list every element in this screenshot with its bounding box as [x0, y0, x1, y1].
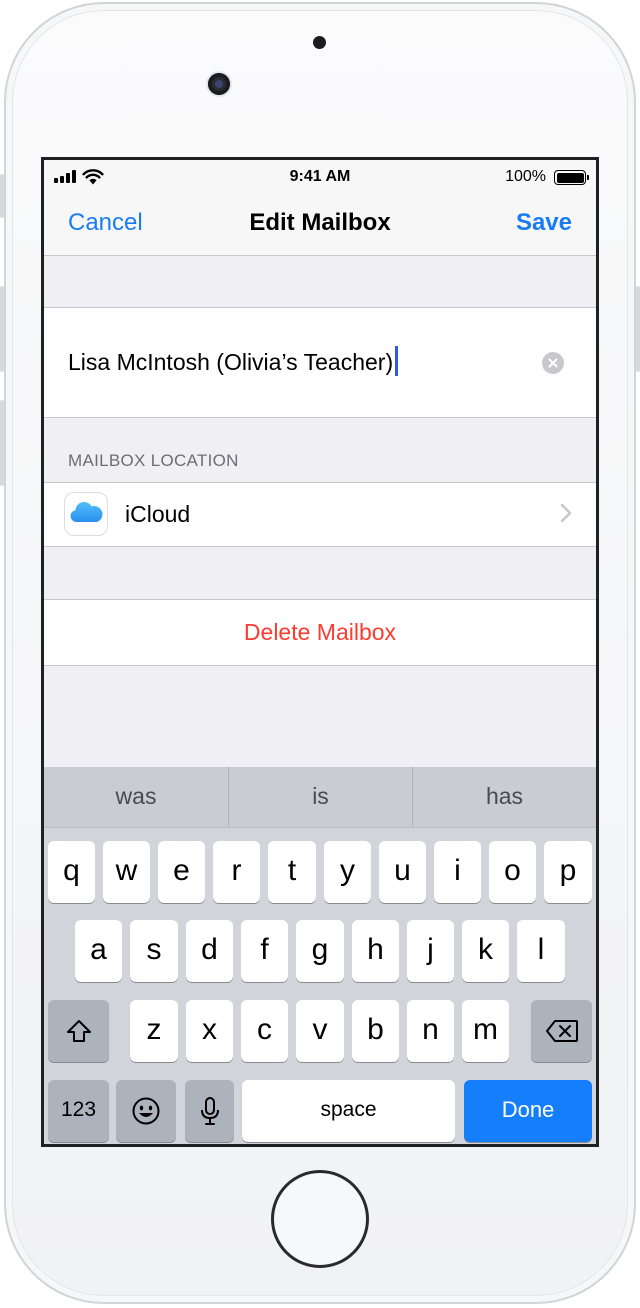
delete-mailbox-label: Delete Mailbox — [243, 619, 397, 645]
front-camera-icon — [208, 73, 230, 95]
key-l[interactable]: l — [517, 920, 565, 982]
key-r[interactable]: r — [213, 841, 260, 903]
keyboard: was is has q w e r t y u i o p a s d f g… — [44, 767, 596, 1144]
key-b[interactable]: b — [352, 1000, 399, 1062]
shift-key[interactable] — [48, 1000, 109, 1062]
proximity-sensor — [313, 36, 326, 49]
microphone-key[interactable] — [185, 1080, 234, 1142]
mailbox-name-field[interactable]: Lisa McIntosh (Olivia’s Teacher) — [44, 307, 596, 418]
prediction-item[interactable]: was — [44, 767, 228, 827]
delete-mailbox-button[interactable]: Delete Mailbox — [44, 599, 596, 666]
key-k[interactable]: k — [462, 920, 509, 982]
key-t[interactable]: t — [268, 841, 316, 903]
location-value: iCloud — [125, 501, 191, 527]
key-o[interactable]: o — [489, 841, 536, 903]
save-button[interactable]: Save — [516, 209, 572, 237]
key-f[interactable]: f — [241, 920, 288, 982]
volume-up-button — [0, 286, 4, 372]
key-h[interactable]: h — [352, 920, 399, 982]
home-button[interactable] — [271, 1170, 369, 1268]
chevron-right-icon — [560, 503, 572, 523]
key-x[interactable]: x — [186, 1000, 233, 1062]
key-v[interactable]: v — [296, 1000, 344, 1062]
volume-down-button — [0, 400, 4, 486]
numbers-key[interactable]: 123 — [48, 1080, 109, 1142]
text-caret — [395, 346, 399, 376]
key-c[interactable]: c — [241, 1000, 288, 1062]
key-m[interactable]: m — [462, 1000, 509, 1062]
mailbox-name-value: Lisa McIntosh (Olivia’s Teacher) — [68, 349, 394, 375]
key-y[interactable]: y — [324, 841, 371, 903]
microphone-icon — [200, 1097, 219, 1125]
mailbox-location-row[interactable]: iCloud — [44, 482, 596, 547]
key-g[interactable]: g — [296, 920, 344, 982]
key-p[interactable]: p — [544, 841, 592, 903]
key-u[interactable]: u — [379, 841, 426, 903]
key-d[interactable]: d — [186, 920, 233, 982]
clear-icon[interactable] — [542, 352, 564, 374]
key-e[interactable]: e — [158, 841, 205, 903]
battery-icon — [554, 170, 589, 185]
key-i[interactable]: i — [434, 841, 481, 903]
delete-key[interactable] — [531, 1000, 592, 1062]
emoji-key[interactable] — [116, 1080, 176, 1142]
key-z[interactable]: z — [130, 1000, 178, 1062]
backspace-icon — [545, 1020, 578, 1042]
status-bar: 9:41 AM 100% — [44, 160, 596, 196]
prediction-item[interactable]: is — [228, 767, 412, 827]
page-title: Edit Mailbox — [249, 209, 391, 236]
space-key[interactable]: space — [242, 1080, 455, 1142]
icloud-icon — [64, 492, 108, 536]
key-s[interactable]: s — [130, 920, 178, 982]
key-q[interactable]: q — [48, 841, 95, 903]
navigation-bar: Cancel Edit Mailbox Save — [44, 196, 596, 256]
phone-screen: 9:41 AM 100% Cancel Edit Mailbox Save Li… — [41, 157, 599, 1147]
prediction-item[interactable]: has — [412, 767, 596, 827]
mute-switch — [0, 174, 4, 218]
key-j[interactable]: j — [407, 920, 454, 982]
power-button — [636, 286, 640, 372]
emoji-icon — [132, 1097, 160, 1125]
mailbox-name-input[interactable]: Lisa McIntosh (Olivia’s Teacher) — [68, 346, 399, 376]
key-n[interactable]: n — [407, 1000, 454, 1062]
battery-percentage: 100% — [505, 168, 546, 185]
done-key[interactable]: Done — [464, 1080, 592, 1142]
key-w[interactable]: w — [103, 841, 150, 903]
section-header-mailbox-location: MAILBOX LOCATION — [68, 451, 239, 470]
predictive-bar: was is has — [44, 767, 596, 828]
shift-icon — [66, 1020, 91, 1042]
key-a[interactable]: a — [75, 920, 122, 982]
